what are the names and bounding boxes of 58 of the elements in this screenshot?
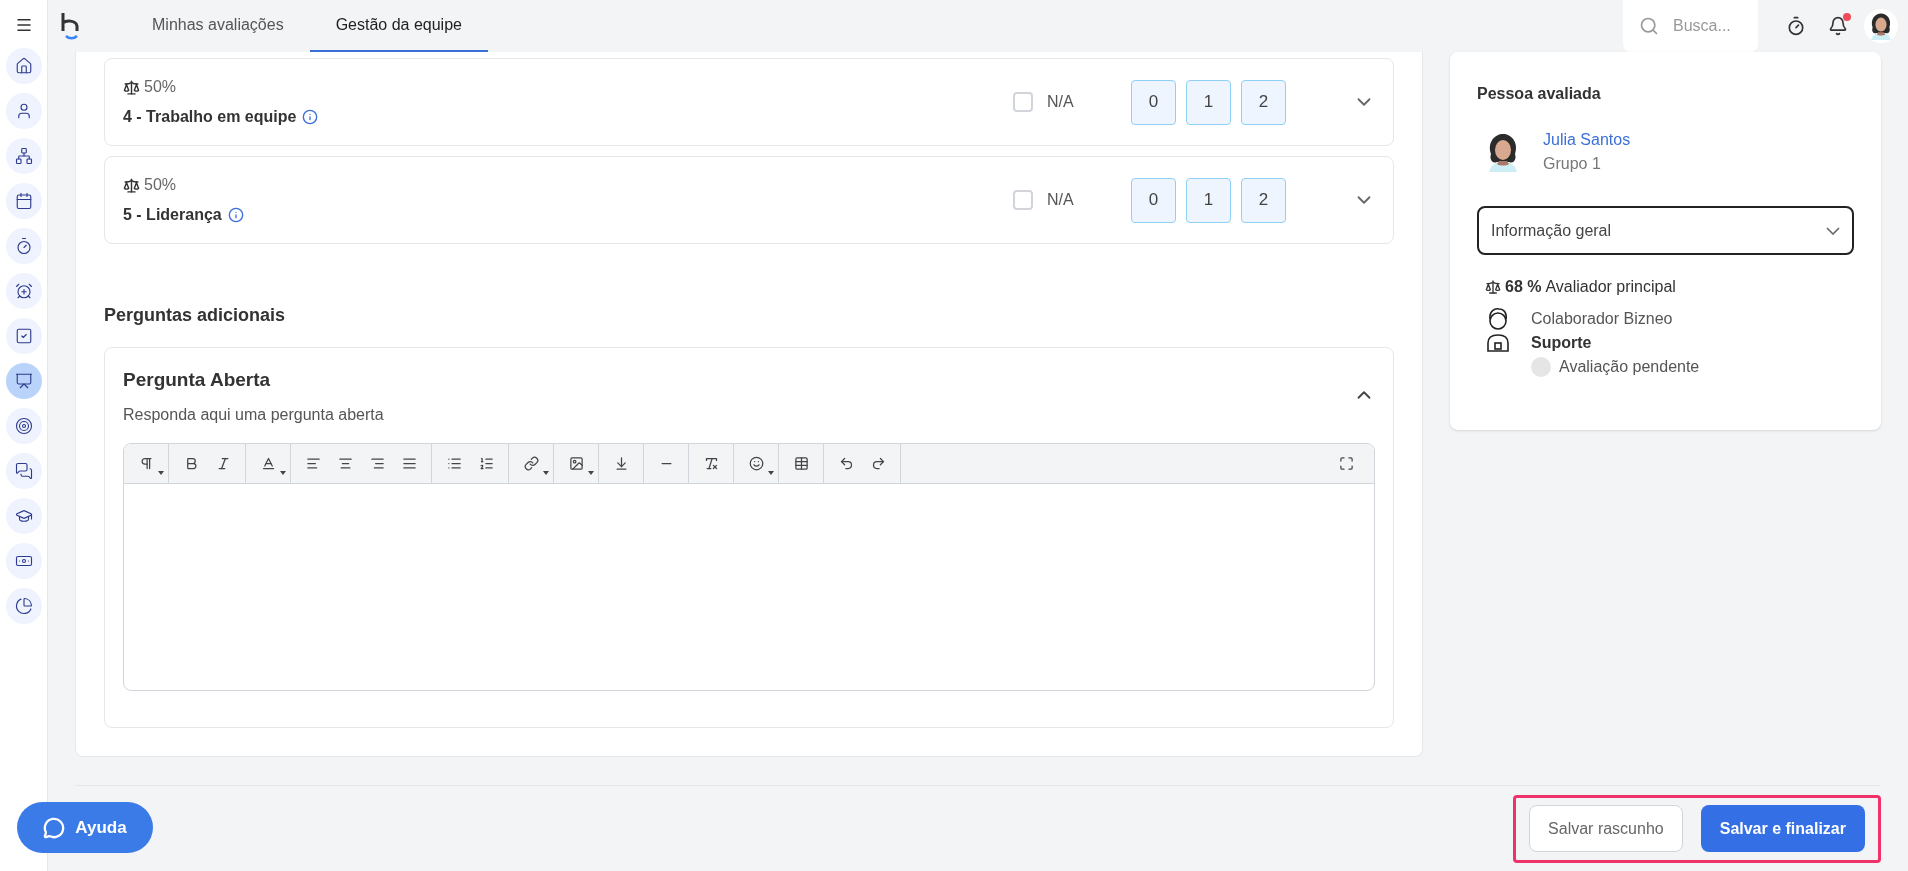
evaluator-name: Colaborador Bizneo	[1531, 309, 1674, 329]
bell-icon[interactable]	[1828, 16, 1848, 36]
scale-icon	[1485, 279, 1501, 295]
score-button[interactable]: 2	[1241, 79, 1286, 125]
score-button[interactable]: 1	[1186, 177, 1231, 223]
search-field[interactable]: Busca...	[1673, 14, 1743, 38]
home-icon[interactable]	[5, 48, 42, 84]
chat-bubbles-icon[interactable]	[5, 453, 42, 489]
pie-chart-icon[interactable]	[5, 588, 42, 624]
stopwatch-icon[interactable]	[5, 228, 42, 264]
score-button[interactable]: 0	[1131, 177, 1176, 223]
score-button[interactable]: 0	[1131, 79, 1176, 125]
draft-button[interactable]: Salvar rascunho	[1529, 805, 1683, 852]
info-icon[interactable]	[302, 109, 319, 125]
na-checkbox[interactable]	[1013, 190, 1033, 210]
user-icon[interactable]	[5, 93, 42, 129]
section-heading: Perguntas adicionais	[104, 304, 287, 327]
question-description: Responda aqui uma pergunta aberta	[123, 404, 385, 425]
criterion-title: 4 - Trabalho em equipe	[123, 107, 297, 127]
help-button[interactable]: Ayuda	[17, 802, 153, 853]
person-drawing	[1485, 307, 1511, 353]
na-label: N/A	[1047, 190, 1075, 210]
evaluator-department: Suporte	[1531, 333, 1593, 353]
task-icon[interactable]	[5, 318, 42, 354]
panel-heading: Pessoa avaliada	[1477, 84, 1602, 104]
weight-text: 50%	[144, 175, 177, 195]
menu-icon[interactable]	[14, 16, 33, 34]
weight-text: 50%	[144, 77, 177, 97]
info-icon[interactable]	[227, 207, 244, 223]
score-button[interactable]: 2	[1241, 177, 1286, 223]
logo[interactable]	[60, 12, 82, 40]
na-checkbox[interactable]	[1013, 92, 1033, 112]
group-text: Grupo 1	[1543, 154, 1602, 174]
finalize-button[interactable]: Salvar e finalizar	[1700, 805, 1865, 852]
na-label: N/A	[1047, 92, 1075, 112]
weight-value: 68 %	[1505, 277, 1542, 297]
criterion-title: 5 - Liderança	[123, 205, 222, 225]
question-title: Pergunta Aberta	[123, 368, 272, 392]
alarm-clock-icon[interactable]	[5, 273, 42, 309]
scale-icon	[123, 78, 140, 96]
evaluator-role: Avaliador principal	[1545, 277, 1676, 297]
user-avatar[interactable]	[1864, 9, 1898, 43]
view-select[interactable]: Informação geral	[1477, 206, 1854, 255]
person-name-link[interactable]: Julia Santos	[1543, 128, 1631, 152]
target-icon[interactable]	[5, 408, 42, 444]
status-text: Avaliação pendente	[1559, 357, 1700, 377]
org-chart-icon[interactable]	[5, 138, 42, 174]
chevron-icon	[1826, 226, 1840, 235]
scale-icon	[123, 176, 140, 194]
chat-bubble-icon	[43, 816, 66, 839]
banknote-icon[interactable]	[5, 543, 42, 579]
graduation-cap-icon[interactable]	[5, 498, 42, 534]
search-icon[interactable]	[1639, 16, 1659, 36]
calendar-icon[interactable]	[5, 183, 42, 219]
stopwatch-icon[interactable]	[1786, 16, 1806, 36]
presentation-icon[interactable]	[5, 363, 42, 399]
score-button[interactable]: 1	[1186, 79, 1231, 125]
tab[interactable]: Minhas avaliações	[126, 0, 310, 52]
